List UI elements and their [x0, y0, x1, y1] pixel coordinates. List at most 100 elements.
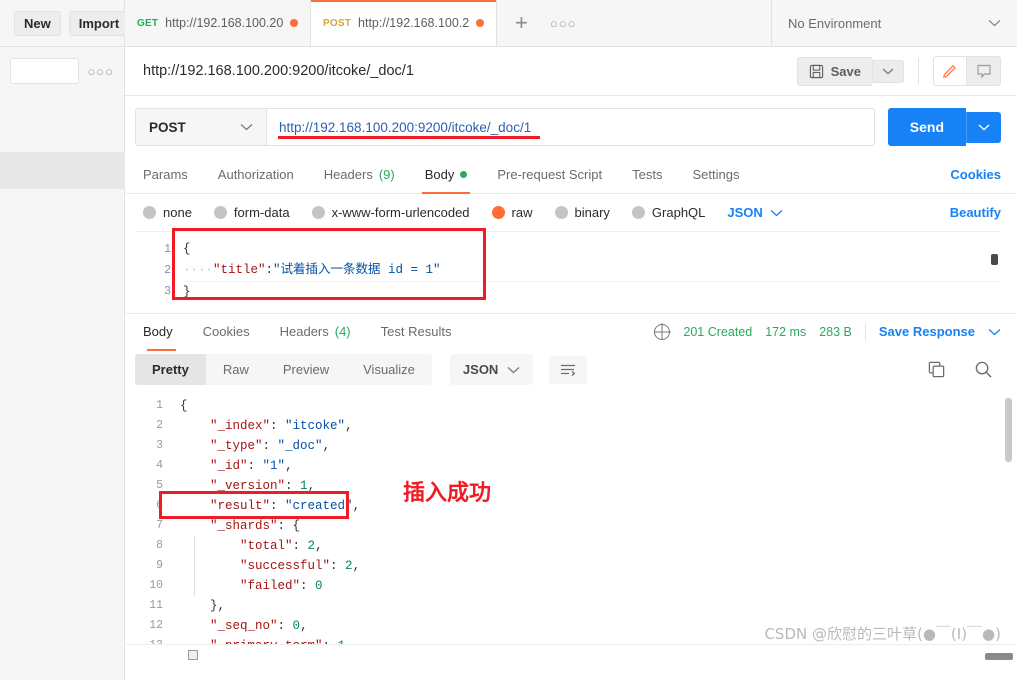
body-type-none[interactable]: none: [143, 205, 192, 220]
code-line: "_shards": {: [180, 516, 1017, 536]
radio-icon-selected: [491, 206, 505, 219]
sidebar-selected-item[interactable]: [0, 152, 125, 189]
response-format-selector[interactable]: JSON: [449, 354, 534, 385]
code-line: ····"title":"试着插入一条数据 id = 1": [183, 260, 1001, 282]
body-type-selector: none form-data x-www-form-urlencoded raw…: [126, 194, 1017, 231]
response-status: 201 Created: [683, 324, 753, 339]
tab-label: Test Results: [380, 324, 452, 339]
search-icon[interactable]: [974, 360, 993, 379]
chevron-down-icon[interactable]: [988, 328, 1001, 336]
line-number: 5: [156, 479, 163, 492]
body-type-form-data[interactable]: form-data: [213, 205, 290, 220]
body-type-urlencoded[interactable]: x-www-form-urlencoded: [311, 205, 470, 220]
code-value: 2: [345, 559, 353, 573]
tab-more-options-icon[interactable]: ○○○: [550, 16, 577, 31]
save-button[interactable]: Save: [796, 56, 872, 86]
response-tab-body[interactable]: Body: [135, 313, 188, 351]
body-type-raw[interactable]: raw: [491, 205, 533, 220]
code-line: "successful": 2,: [180, 556, 1017, 576]
sidebar-search-input[interactable]: [10, 58, 80, 84]
code-colon: :: [265, 263, 274, 277]
chevron-down-icon: [240, 123, 253, 131]
radio-icon: [213, 206, 227, 219]
unsaved-dot-icon: [290, 19, 298, 27]
code-line: },: [180, 596, 1017, 616]
tab-label: Body: [424, 167, 455, 182]
code-key: "_id": [210, 459, 248, 473]
tab-params[interactable]: Params: [135, 156, 203, 194]
beautify-link[interactable]: Beautify: [950, 205, 1001, 220]
tab-label: Pre-request Script: [497, 167, 603, 182]
code-line: "result": "created",: [180, 496, 1017, 516]
tab-settings[interactable]: Settings: [677, 156, 754, 194]
tab-label: Params: [143, 167, 188, 182]
code-indent: ····: [183, 263, 214, 277]
tab-headers[interactable]: Headers (9): [309, 156, 410, 194]
editor-content[interactable]: { ····"title":"试着插入一条数据 id = 1" }: [179, 232, 1001, 305]
response-view-modes: Pretty Raw Preview Visualize: [135, 354, 432, 385]
url-input[interactable]: http://192.168.100.200:9200/itcoke/_doc/…: [266, 108, 875, 146]
tab-body[interactable]: Body: [410, 156, 483, 194]
tab-label: Authorization: [217, 167, 294, 182]
body-type-label: GraphQL: [651, 205, 706, 220]
tab-method-label: POST: [323, 17, 352, 29]
http-method-label: POST: [149, 119, 186, 135]
body-type-label: binary: [574, 205, 610, 220]
view-mode-visualize[interactable]: Visualize: [346, 354, 432, 385]
tab-tests[interactable]: Tests: [617, 156, 677, 194]
editor-scrollbar[interactable]: [991, 254, 998, 265]
floppy-disk-icon: [809, 64, 824, 79]
tab-pre-request-script[interactable]: Pre-request Script: [482, 156, 617, 194]
response-tool-icons: [927, 360, 1001, 379]
send-button[interactable]: Send: [887, 108, 966, 146]
request-body-editor[interactable]: 1 2 3 { ····"title":"试着插入一条数据 id = 1" }: [135, 231, 1001, 305]
url-input-value: http://192.168.100.200:9200/itcoke/_doc/…: [279, 119, 532, 135]
code-line: }: [183, 285, 191, 299]
raw-format-selector[interactable]: JSON: [727, 205, 783, 220]
copy-icon[interactable]: [927, 360, 946, 379]
response-code-content: { "_index": "itcoke", "_type": "_doc", "…: [172, 390, 1017, 662]
request-tab-get[interactable]: GET http://192.168.100.200:: [125, 0, 311, 46]
tab-label: Body: [143, 324, 173, 339]
send-options-button[interactable]: [966, 111, 1001, 143]
tab-authorization[interactable]: Authorization: [203, 156, 309, 194]
body-type-binary[interactable]: binary: [554, 205, 610, 220]
new-tab-icon[interactable]: +: [515, 12, 528, 34]
body-type-label: raw: [511, 205, 533, 220]
environment-selector[interactable]: No Environment: [772, 0, 1017, 46]
view-mode-raw[interactable]: Raw: [206, 354, 266, 385]
body-type-graphql[interactable]: GraphQL: [631, 205, 706, 220]
import-button[interactable]: Import: [68, 10, 130, 36]
comment-button[interactable]: [967, 56, 1001, 86]
unsaved-dot-icon: [476, 19, 484, 27]
code-line: {: [180, 399, 188, 413]
cookies-link[interactable]: Cookies: [950, 167, 1001, 182]
response-tab-cookies[interactable]: Cookies: [188, 313, 265, 351]
response-tab-headers[interactable]: Headers (4): [265, 313, 366, 351]
view-mode-preview[interactable]: Preview: [266, 354, 346, 385]
code-text: },: [210, 599, 226, 613]
word-wrap-button[interactable]: [549, 355, 588, 384]
code-value: "itcoke": [285, 419, 346, 433]
new-button[interactable]: New: [14, 10, 61, 36]
sidebar-more-options-icon[interactable]: ○○○: [87, 64, 114, 79]
response-body-viewer[interactable]: 1 2 3 4 5 6 7 8 9 10 11 12 13 { "_index"…: [126, 390, 1017, 662]
collapse-all-icon[interactable]: [188, 650, 198, 660]
edit-request-button[interactable]: [933, 56, 967, 86]
save-options-button[interactable]: [872, 59, 904, 83]
tab-label: Cookies: [202, 324, 250, 339]
view-mode-pretty[interactable]: Pretty: [135, 354, 206, 385]
save-response-button[interactable]: Save Response: [879, 324, 975, 339]
chevron-down-icon: [988, 19, 1001, 27]
http-method-selector[interactable]: POST: [135, 108, 266, 146]
tab-label: Tests: [632, 167, 663, 182]
tab-label: Headers: [279, 324, 329, 339]
line-number: 8: [156, 539, 163, 552]
request-actions: Save: [796, 56, 1017, 86]
response-tab-test-results[interactable]: Test Results: [366, 313, 467, 351]
response-scrollbar[interactable]: [1005, 398, 1012, 462]
response-horizontal-scrollbar[interactable]: [985, 653, 1013, 660]
request-tab-post[interactable]: POST http://192.168.100.200: [311, 0, 497, 46]
